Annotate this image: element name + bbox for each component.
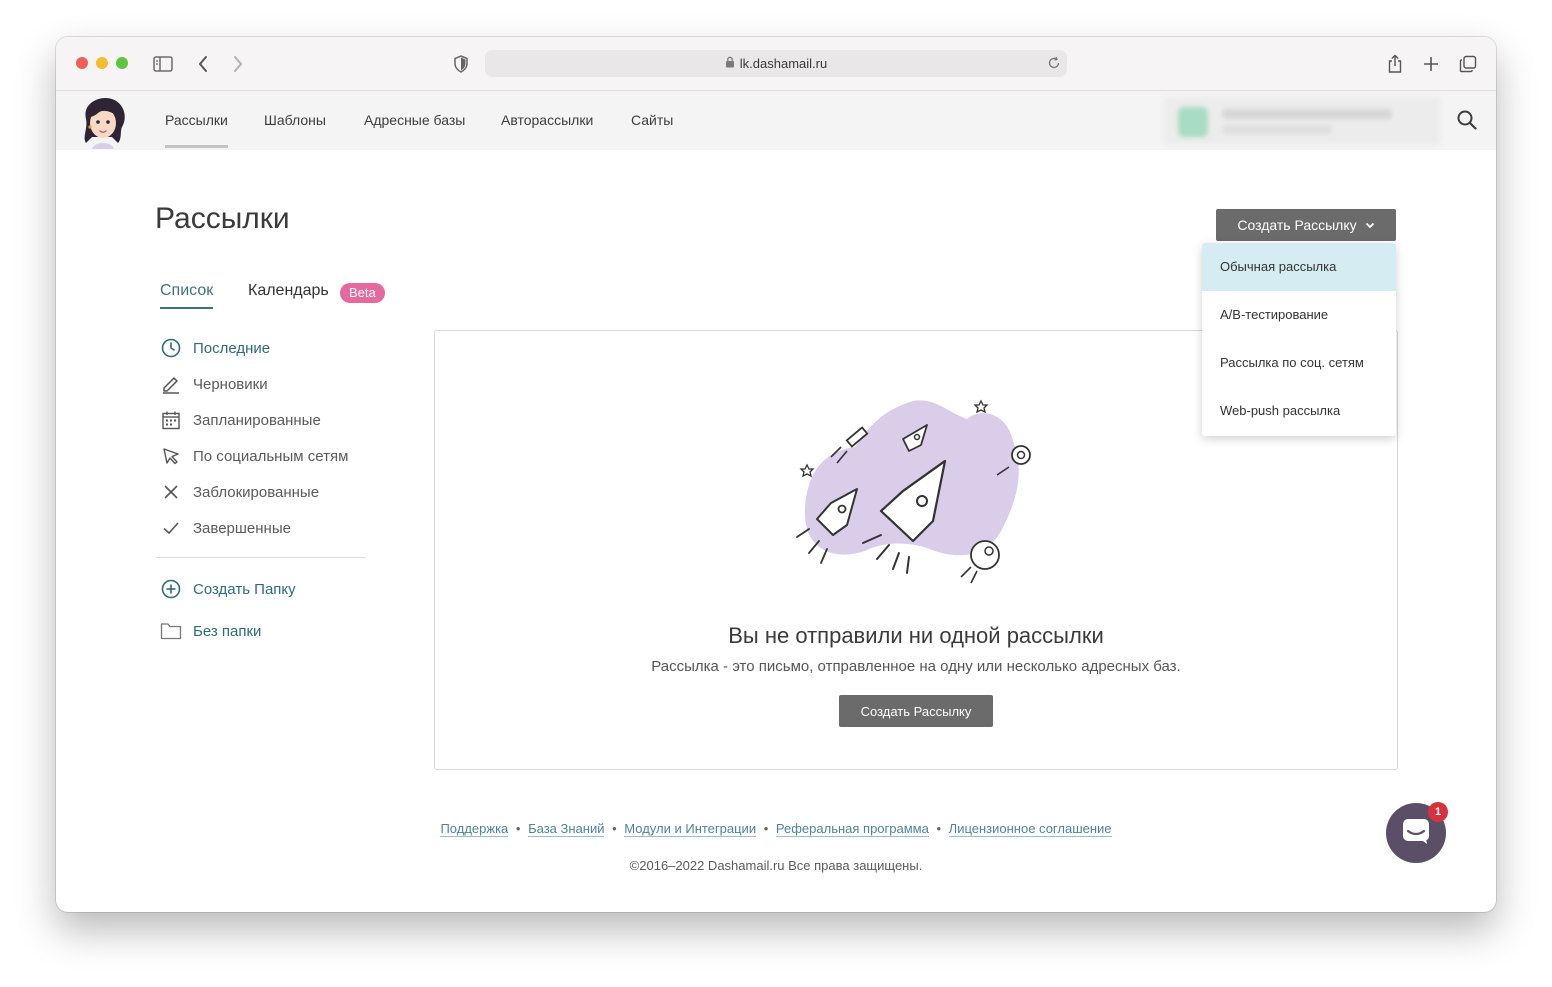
chat-notification-badge: 1 xyxy=(1428,802,1448,822)
page-title: Рассылки xyxy=(155,202,290,235)
sidebar-item-label: Последние xyxy=(193,339,271,357)
cross-icon xyxy=(160,481,182,503)
tab-calendar[interactable]: Календарь xyxy=(248,282,329,300)
sidebar-item-label: По социальным сетям xyxy=(193,447,349,465)
url-text: lk.dashamail.ru xyxy=(739,56,828,71)
privacy-shield-icon[interactable] xyxy=(450,53,472,75)
pencil-icon xyxy=(160,373,182,395)
nav-automailings[interactable]: Авторассылки xyxy=(501,112,593,148)
create-folder-label: Создать Папку xyxy=(193,580,296,598)
sidebar-toggle-icon[interactable] xyxy=(152,53,174,75)
empty-state-create-button[interactable]: Создать Рассылку xyxy=(839,695,993,727)
sidebar-item-blocked[interactable]: Заблокированные xyxy=(160,480,319,504)
menu-item-webpush-mailing[interactable]: Web-push рассылка xyxy=(1202,387,1396,435)
close-window-button[interactable] xyxy=(76,57,88,69)
cursor-arrow-icon xyxy=(160,445,182,467)
account-menu-blurred[interactable] xyxy=(1164,97,1440,145)
lock-icon xyxy=(725,56,735,71)
clock-icon xyxy=(160,337,182,359)
browser-toolbar: lk.dashamail.ru xyxy=(56,37,1496,91)
browser-window: lk.dashamail.ru Рассылки Шаблоны Адресны… xyxy=(56,37,1496,912)
reload-icon[interactable] xyxy=(1047,56,1061,73)
nav-address-bases[interactable]: Адресные базы xyxy=(364,112,465,148)
footer-link-integrations[interactable]: Модули и Интеграции xyxy=(624,821,757,837)
tab-overview-icon[interactable] xyxy=(1457,53,1479,75)
footer-links: Поддержка • База Знаний • Модули и Интег… xyxy=(440,821,1112,837)
sidebar-item-label: Запланированные xyxy=(193,411,321,429)
app-navbar: Рассылки Шаблоны Адресные базы Авторассы… xyxy=(56,91,1496,150)
create-mailing-dropdown-button[interactable]: Создать Рассылку xyxy=(1216,209,1396,241)
sidebar-item-label: Черновики xyxy=(193,375,268,393)
checkmark-icon xyxy=(160,517,182,539)
sidebar-item-label: Заблокированные xyxy=(193,483,320,501)
footer-link-support[interactable]: Поддержка xyxy=(440,821,509,837)
rockets-illustration xyxy=(785,391,1045,591)
chat-bubble-icon xyxy=(1401,817,1431,850)
copyright-text: ©2016–2022 Dashamail.ru Все права защище… xyxy=(629,858,923,873)
tab-list[interactable]: Список xyxy=(160,282,214,309)
menu-item-social-mailing[interactable]: Рассылка по соц. сетям xyxy=(1202,339,1396,387)
beta-badge: Beta xyxy=(340,283,385,303)
folder-icon xyxy=(160,620,182,642)
maximize-window-button[interactable] xyxy=(116,57,128,69)
nav-templates[interactable]: Шаблоны xyxy=(264,112,326,148)
footer-link-license[interactable]: Лицензионное соглашение xyxy=(948,821,1112,837)
address-bar[interactable]: lk.dashamail.ru xyxy=(485,50,1067,77)
account-avatar xyxy=(1178,107,1208,137)
nav-mailings[interactable]: Рассылки xyxy=(165,112,228,148)
back-icon[interactable] xyxy=(192,53,214,75)
minimize-window-button[interactable] xyxy=(96,57,108,69)
new-tab-icon[interactable] xyxy=(1420,53,1442,75)
forward-icon[interactable] xyxy=(227,53,249,75)
sidebar-divider xyxy=(156,557,366,558)
search-icon[interactable] xyxy=(1456,109,1480,133)
sidebar-item-drafts[interactable]: Черновики xyxy=(160,372,268,396)
menu-item-regular-mailing[interactable]: Обычная рассылка xyxy=(1202,243,1396,291)
sidebar-item-social[interactable]: По социальным сетям xyxy=(160,444,348,468)
footer-link-knowledge-base[interactable]: База Знаний xyxy=(528,821,605,837)
empty-state-title: Вы не отправили ни одной рассылки xyxy=(728,623,1104,648)
nav-sites[interactable]: Сайты xyxy=(631,112,673,148)
sidebar-item-recent[interactable]: Последние xyxy=(160,336,270,360)
sidebar-item-completed[interactable]: Завершенные xyxy=(160,516,291,540)
calendar-icon xyxy=(160,409,182,431)
empty-state-subtitle: Рассылка - это письмо, отправленное на о… xyxy=(651,658,1181,675)
menu-item-ab-testing[interactable]: A/B-тестирование xyxy=(1202,291,1396,339)
share-icon[interactable] xyxy=(1384,53,1406,75)
sidebar-item-label: Завершенные xyxy=(193,519,291,537)
sidebar-item-scheduled[interactable]: Запланированные xyxy=(160,408,321,432)
dasha-avatar-logo[interactable] xyxy=(72,93,132,149)
create-folder-button[interactable]: Создать Папку xyxy=(160,577,296,601)
footer-link-referral[interactable]: Реферальная программа xyxy=(775,821,929,837)
plus-circle-icon xyxy=(160,578,182,600)
create-mailing-menu: Обычная рассылка A/B-тестирование Рассыл… xyxy=(1202,243,1396,436)
chevron-down-icon xyxy=(1365,222,1375,229)
create-mailing-label: Создать Рассылку xyxy=(1237,217,1357,233)
no-folder-label: Без папки xyxy=(193,622,262,640)
no-folder-item[interactable]: Без папки xyxy=(160,619,261,643)
